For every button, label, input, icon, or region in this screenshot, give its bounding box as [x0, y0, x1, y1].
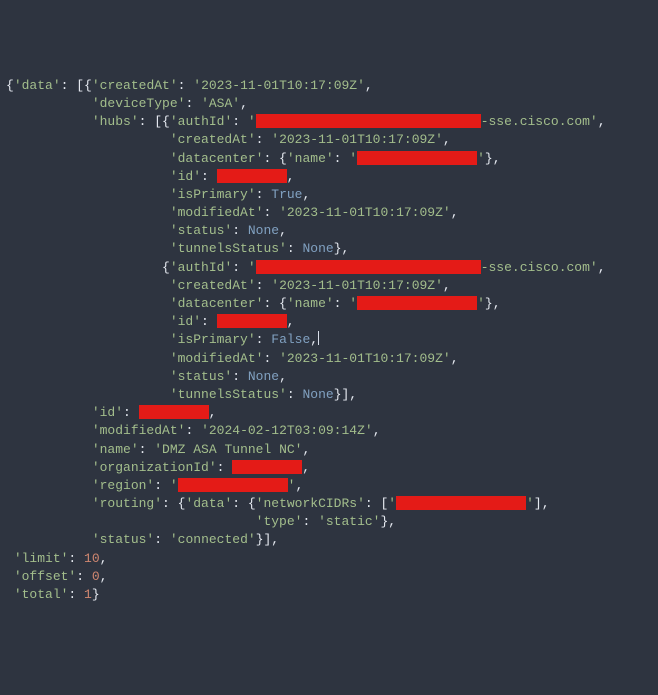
code-line: 'tunnelsStatus': None}], [6, 386, 652, 404]
code-line: 'hubs': [{'authId': '-sse.cisco.com', [6, 113, 652, 131]
code-line: 'tunnelsStatus': None}, [6, 240, 652, 258]
code-line: 'status': None, [6, 368, 652, 386]
code-line: 'status': 'connected'}], [6, 531, 652, 549]
code-line: 'modifiedAt': '2023-11-01T10:17:09Z', [6, 350, 652, 368]
code-line: 'total': 1} [6, 586, 652, 604]
code-line: 'region': '', [6, 477, 652, 495]
code-line: 'limit': 10, [6, 550, 652, 568]
code-line: 'routing': {'data': {'networkCIDRs': [''… [6, 495, 652, 513]
code-line: 'isPrimary': False, [6, 331, 652, 349]
code-line: 'id': , [6, 313, 652, 331]
code-line: 'datacenter': {'name': ''}, [6, 150, 652, 168]
code-line: 'id': , [6, 168, 652, 186]
code-line: 'type': 'static'}, [6, 513, 652, 531]
code-line: 'deviceType': 'ASA', [6, 95, 652, 113]
code-line: 'createdAt': '2023-11-01T10:17:09Z', [6, 277, 652, 295]
code-line: 'offset': 0, [6, 568, 652, 586]
code-line: {'authId': '-sse.cisco.com', [6, 259, 652, 277]
code-line: 'id': , [6, 404, 652, 422]
code-line: 'datacenter': {'name': ''}, [6, 295, 652, 313]
code-output: {'data': [{'createdAt': '2023-11-01T10:1… [6, 77, 652, 604]
code-line: 'createdAt': '2023-11-01T10:17:09Z', [6, 131, 652, 149]
code-line: 'modifiedAt': '2023-11-01T10:17:09Z', [6, 204, 652, 222]
code-line: 'organizationId': , [6, 459, 652, 477]
code-line: 'isPrimary': True, [6, 186, 652, 204]
code-line: {'data': [{'createdAt': '2023-11-01T10:1… [6, 77, 652, 95]
code-line: 'modifiedAt': '2024-02-12T03:09:14Z', [6, 422, 652, 440]
code-line: 'status': None, [6, 222, 652, 240]
code-line: 'name': 'DMZ ASA Tunnel NC', [6, 441, 652, 459]
